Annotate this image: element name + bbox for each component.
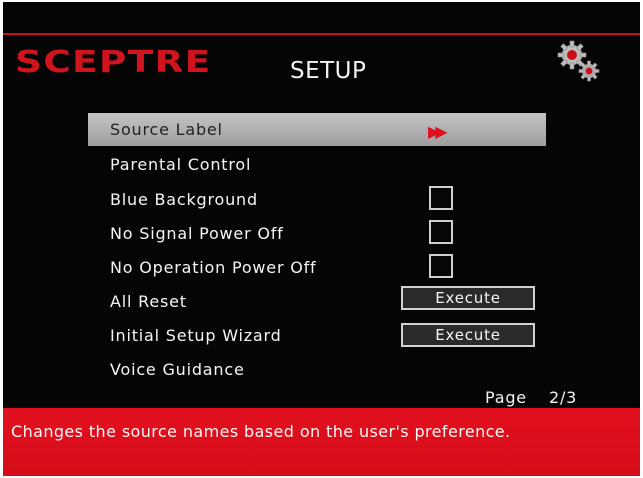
menu-item-label: Parental Control (110, 155, 252, 174)
help-bar: Changes the source names based on the us… (3, 408, 640, 476)
no-operation-power-off-checkbox[interactable] (429, 254, 453, 278)
top-divider (3, 33, 640, 35)
no-signal-power-off-checkbox[interactable] (429, 220, 453, 244)
all-reset-execute-button[interactable]: Execute (401, 286, 535, 310)
tv-osd-screen: SCEPTRE SETUP Source Label ▶▶ Parental C… (3, 2, 640, 476)
menu-item-source-label[interactable]: Source Label (88, 113, 546, 146)
blue-background-checkbox[interactable] (429, 186, 453, 210)
menu-item-label: Source Label (110, 120, 223, 139)
page-number: 2/3 (549, 388, 578, 407)
menu-item-label: No Operation Power Off (110, 258, 317, 277)
help-text: Changes the source names based on the us… (11, 422, 511, 441)
submenu-arrow-icon: ▶▶ (428, 122, 447, 141)
menu-item-label: No Signal Power Off (110, 224, 284, 243)
page-label: Page (485, 388, 527, 407)
initial-setup-wizard-execute-button[interactable]: Execute (401, 323, 535, 347)
menu-item-label: Initial Setup Wizard (110, 326, 282, 345)
menu-item-label: Voice Guidance (110, 360, 245, 379)
menu-item-no-signal-power-off[interactable]: No Signal Power Off (88, 217, 546, 250)
menu-item-voice-guidance[interactable]: Voice Guidance (88, 353, 546, 386)
brand-logo: SCEPTRE (15, 45, 212, 80)
menu-item-blue-background[interactable]: Blue Background (88, 183, 546, 216)
menu-item-no-operation-power-off[interactable]: No Operation Power Off (88, 251, 546, 284)
menu-item-label: Blue Background (110, 190, 258, 209)
page-title: SETUP (290, 58, 367, 84)
menu-item-label: All Reset (110, 292, 187, 311)
gears-icon (557, 40, 600, 82)
menu-item-parental-control[interactable]: Parental Control (88, 148, 546, 181)
